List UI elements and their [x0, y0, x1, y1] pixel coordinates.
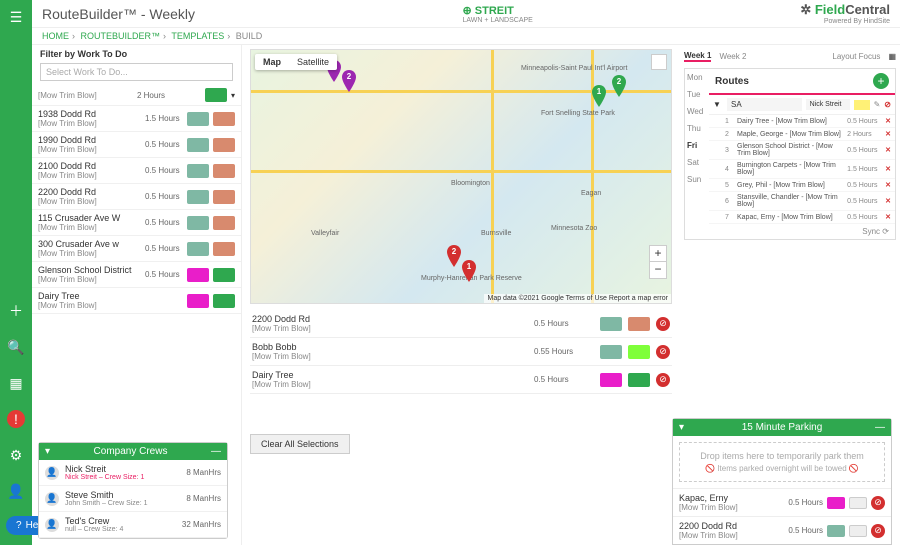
map-tab-map[interactable]: Map — [255, 54, 289, 70]
remove-icon[interactable]: ⊘ — [656, 345, 670, 359]
selection-item[interactable]: Bobb Bobb[Mow Trim Blow]0.55 Hours⊘ — [250, 338, 672, 366]
route-color[interactable] — [854, 100, 870, 110]
map[interactable]: Map Satellite + − Minneapolis-Saint Paul… — [250, 49, 672, 304]
route-stop[interactable]: 4Burnington Carpets - [Mow Trim Blow]1.5… — [709, 160, 895, 179]
zoom-in-icon[interactable]: + — [650, 246, 666, 262]
parking-drop-zone[interactable]: Drop items here to temporarily park them… — [679, 442, 885, 482]
day-tab[interactable]: Wed — [687, 107, 707, 116]
route-stop[interactable]: 5Grey, Phil - [Mow Trim Blow]0.5 Hours✕ — [709, 179, 895, 192]
add-icon[interactable]: ＋ — [7, 302, 25, 320]
crews-panel: ▾ Company Crews — 👤Nick StreitNick Streit … — [38, 442, 228, 539]
map-attribution: Map data ©2021 Google Terms of Use Repor… — [484, 294, 671, 303]
selection-item[interactable]: 2200 Dodd Rd[Mow Trim Blow]0.5 Hours⊘ — [250, 310, 672, 338]
chevron-down-icon[interactable]: ▾ — [45, 446, 50, 457]
route-stop[interactable]: 1Dairy Tree - [Mow Trim Blow]0.5 Hours✕ — [709, 115, 895, 128]
clear-selections-button[interactable]: Clear All Selections — [250, 434, 350, 454]
edit-icon[interactable]: ✎ — [874, 100, 881, 109]
job-item[interactable]: 300 Crusader Ave w[Mow Trim Blow]0.5 Hou… — [32, 236, 241, 262]
center-panel: Map Satellite + − Minneapolis-Saint Paul… — [242, 45, 680, 545]
day-tabs: Mon Tue Wed Thu Fri Sat Sun — [685, 69, 709, 239]
route-row[interactable]: ▼ SA Nick Streit ✎ ⊘ — [709, 95, 895, 115]
filter-input[interactable]: Select Work To Do... — [40, 63, 233, 81]
crews-title: Company Crews — [94, 446, 168, 457]
selection-list: 2200 Dodd Rd[Mow Trim Blow]0.5 Hours⊘Bob… — [250, 310, 672, 394]
alert-icon[interactable]: ! — [7, 410, 25, 428]
parked-item[interactable]: 2200 Dodd Rd[Mow Trim Blow]0.5 Hours⊘ — [673, 516, 891, 544]
left-panel: Filter by Work To Do Select Work To Do..… — [32, 45, 242, 545]
fullscreen-icon[interactable] — [651, 54, 667, 70]
remove-icon[interactable]: ✕ — [885, 181, 891, 189]
routes-title: Routes — [715, 76, 873, 87]
remove-icon[interactable]: ✕ — [885, 213, 891, 221]
crumb-tpl[interactable]: TEMPLATES — [171, 31, 224, 41]
route-stop[interactable]: 3Glenson School District - [Mow Trim Blo… — [709, 141, 895, 160]
sync-button[interactable]: Sync — [862, 227, 880, 236]
layout-focus[interactable]: Layout Focus — [832, 52, 880, 61]
center-logo: ⊕ STREITLAWN + LANDSCAPE — [463, 4, 533, 24]
crew-item[interactable]: 👤Ted's Crewnull – Crew Size: 432 ManHrs — [39, 512, 227, 538]
day-tab[interactable]: Thu — [687, 124, 707, 133]
remove-icon[interactable]: ⊘ — [871, 496, 885, 510]
remove-icon[interactable]: ✕ — [885, 197, 891, 205]
tab-week2[interactable]: Week 2 — [719, 52, 746, 61]
parking-title: 15 Minute Parking — [673, 422, 891, 433]
route-stop[interactable]: 7Kapac, Erny - [Mow Trim Blow]0.5 Hours✕ — [709, 211, 895, 224]
menu-icon[interactable]: ☰ — [7, 8, 25, 26]
job-item[interactable]: 1990 Dodd Rd[Mow Trim Blow]0.5 Hours — [32, 132, 241, 158]
selection-item[interactable]: Dairy Tree[Mow Trim Blow]0.5 Hours⊘ — [250, 366, 672, 394]
job-item[interactable]: 115 Crusader Ave W[Mow Trim Blow]0.5 Hou… — [32, 210, 241, 236]
grid-icon[interactable]: ▦ — [888, 52, 896, 61]
parking-panel: ▾ 15 Minute Parking — Drop items here to… — [672, 418, 892, 545]
crumb-home[interactable]: HOME — [42, 31, 69, 41]
job-item[interactable]: Dairy Tree[Mow Trim Blow] — [32, 288, 241, 314]
day-tab[interactable]: Tue — [687, 90, 707, 99]
route-stop[interactable]: 6Stansville, Chandler - [Mow Trim Blow]0… — [709, 192, 895, 211]
job-item[interactable]: Glenson School District[Mow Trim Blow]0.… — [32, 262, 241, 288]
job-item[interactable]: 2100 Dodd Rd[Mow Trim Blow]0.5 Hours — [32, 158, 241, 184]
day-tab[interactable]: Fri — [687, 141, 707, 150]
gear-icon[interactable]: ⚙ — [7, 446, 25, 464]
add-route-button[interactable]: + — [873, 73, 889, 89]
day-tab[interactable]: Sat — [687, 158, 707, 167]
chevron-down-icon[interactable]: ▾ — [231, 91, 235, 100]
parked-item[interactable]: Kapac, Erny[Mow Trim Blow]0.5 Hours⊘ — [673, 488, 891, 516]
crew-item[interactable]: 👤Steve SmithJohn Smith – Crew Size: 18 M… — [39, 486, 227, 512]
remove-icon[interactable]: ⊘ — [871, 524, 885, 538]
user-icon[interactable]: 👤 — [7, 482, 25, 500]
crew-item[interactable]: 👤Nick StreitNick Streit – Crew Size: 18 … — [39, 460, 227, 486]
crumb-rb[interactable]: ROUTEBUILDER™ — [81, 31, 161, 41]
right-logo: ✲ FieldCentral Powered By HindSite — [800, 2, 890, 25]
breadcrumb: HOME› ROUTEBUILDER™› TEMPLATES› BUILD — [32, 28, 900, 45]
tab-week1[interactable]: Week 1 — [684, 51, 711, 62]
remove-icon[interactable]: ✕ — [885, 117, 891, 125]
remove-icon[interactable]: ✕ — [885, 130, 891, 138]
nav-rail: ☰ ＋ 🔍 ▦ ! ⚙ 👤 ? — [0, 0, 32, 545]
calendar-icon[interactable]: ▦ — [7, 374, 25, 392]
remove-icon[interactable]: ✕ — [885, 146, 891, 154]
day-tab[interactable]: Mon — [687, 73, 707, 82]
remove-icon[interactable]: ⊘ — [656, 317, 670, 331]
job-item[interactable]: [Mow Trim Blow] 2 Hours ▾ — [32, 85, 241, 106]
remove-icon[interactable]: ✕ — [885, 165, 891, 173]
crumb-build: BUILD — [236, 31, 263, 41]
job-item[interactable]: 1938 Dodd Rd[Mow Trim Blow]1.5 Hours — [32, 106, 241, 132]
delete-icon[interactable]: ⊘ — [884, 100, 891, 109]
minimize-icon[interactable]: — — [211, 446, 221, 457]
route-stop[interactable]: 2Maple, George - [Mow Trim Blow]2 Hours✕ — [709, 128, 895, 141]
day-tab[interactable]: Sun — [687, 175, 707, 184]
filter-header: Filter by Work To Do — [32, 45, 241, 63]
topbar: RouteBuilder™ - Weekly ⊕ STREITLAWN + LA… — [32, 0, 900, 28]
job-item[interactable]: 2200 Dodd Rd[Mow Trim Blow]0.5 Hours — [32, 184, 241, 210]
chevron-down-icon[interactable]: ▼ — [713, 100, 723, 109]
search-icon[interactable]: 🔍 — [7, 338, 25, 356]
zoom-out-icon[interactable]: − — [650, 262, 666, 278]
remove-icon[interactable]: ⊘ — [656, 373, 670, 387]
map-tab-satellite[interactable]: Satellite — [289, 54, 337, 70]
page-title: RouteBuilder™ - Weekly — [42, 6, 195, 22]
